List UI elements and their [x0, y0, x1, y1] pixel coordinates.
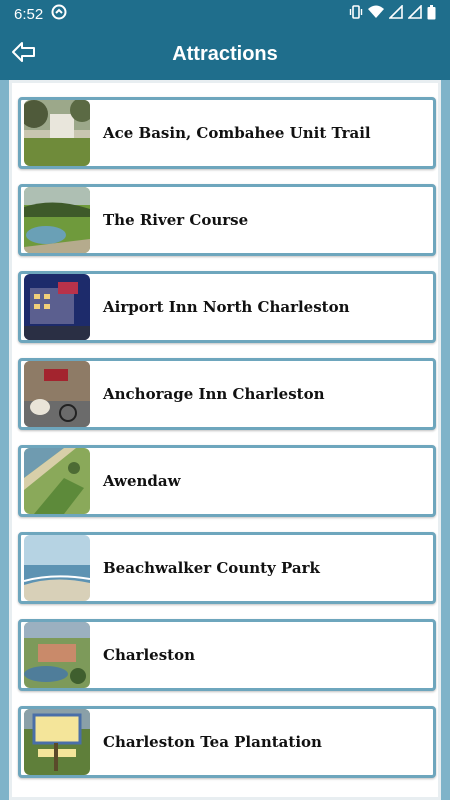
attraction-name: Beachwalker County Park — [103, 559, 320, 577]
page-title: Attractions — [172, 42, 278, 65]
status-time: 6:52 — [14, 5, 44, 23]
attraction-name: Charleston — [103, 646, 195, 664]
list-frame-right — [441, 80, 450, 800]
list-frame-left — [0, 80, 9, 800]
attraction-thumbnail — [24, 187, 90, 253]
attraction-thumbnail — [24, 100, 90, 166]
status-left: 6:52 — [14, 4, 67, 24]
attraction-thumbnail — [24, 709, 90, 775]
app-bar: Attractions — [0, 28, 450, 80]
attraction-name: The River Course — [103, 211, 249, 229]
attraction-name: Ace Basin, Combahee Unit Trail — [103, 124, 371, 142]
sync-icon — [51, 4, 67, 24]
attraction-name: Awendaw — [103, 472, 181, 490]
attractions-list[interactable]: Ace Basin, Combahee Unit Trail The River… — [9, 80, 441, 800]
attraction-item-awendaw[interactable]: Awendaw — [18, 445, 436, 517]
attraction-item-airport-inn[interactable]: Airport Inn North Charleston — [18, 271, 436, 343]
wifi-icon — [368, 5, 384, 23]
attraction-item-charleston[interactable]: Charleston — [18, 619, 436, 691]
attraction-name: Anchorage Inn Charleston — [103, 385, 325, 403]
attraction-thumbnail — [24, 622, 90, 688]
attraction-name: Charleston Tea Plantation — [103, 733, 322, 751]
status-bar: 6:52 — [0, 0, 450, 28]
attraction-item-beachwalker[interactable]: Beachwalker County Park — [18, 532, 436, 604]
attraction-name: Airport Inn North Charleston — [103, 298, 350, 316]
attraction-thumbnail — [24, 274, 90, 340]
signal-icon-2 — [407, 4, 422, 23]
vibrate-icon — [349, 5, 363, 23]
signal-icon — [388, 4, 403, 23]
status-right — [349, 4, 436, 24]
attraction-item-river-course[interactable]: The River Course — [18, 184, 436, 256]
attraction-thumbnail — [24, 448, 90, 514]
attraction-thumbnail — [24, 535, 90, 601]
battery-icon — [427, 4, 436, 24]
attraction-item-anchorage-inn[interactable]: Anchorage Inn Charleston — [18, 358, 436, 430]
attraction-thumbnail — [24, 361, 90, 427]
attraction-item-ace-basin[interactable]: Ace Basin, Combahee Unit Trail — [18, 97, 436, 169]
attraction-item-tea-plantation[interactable]: Charleston Tea Plantation — [18, 706, 436, 778]
